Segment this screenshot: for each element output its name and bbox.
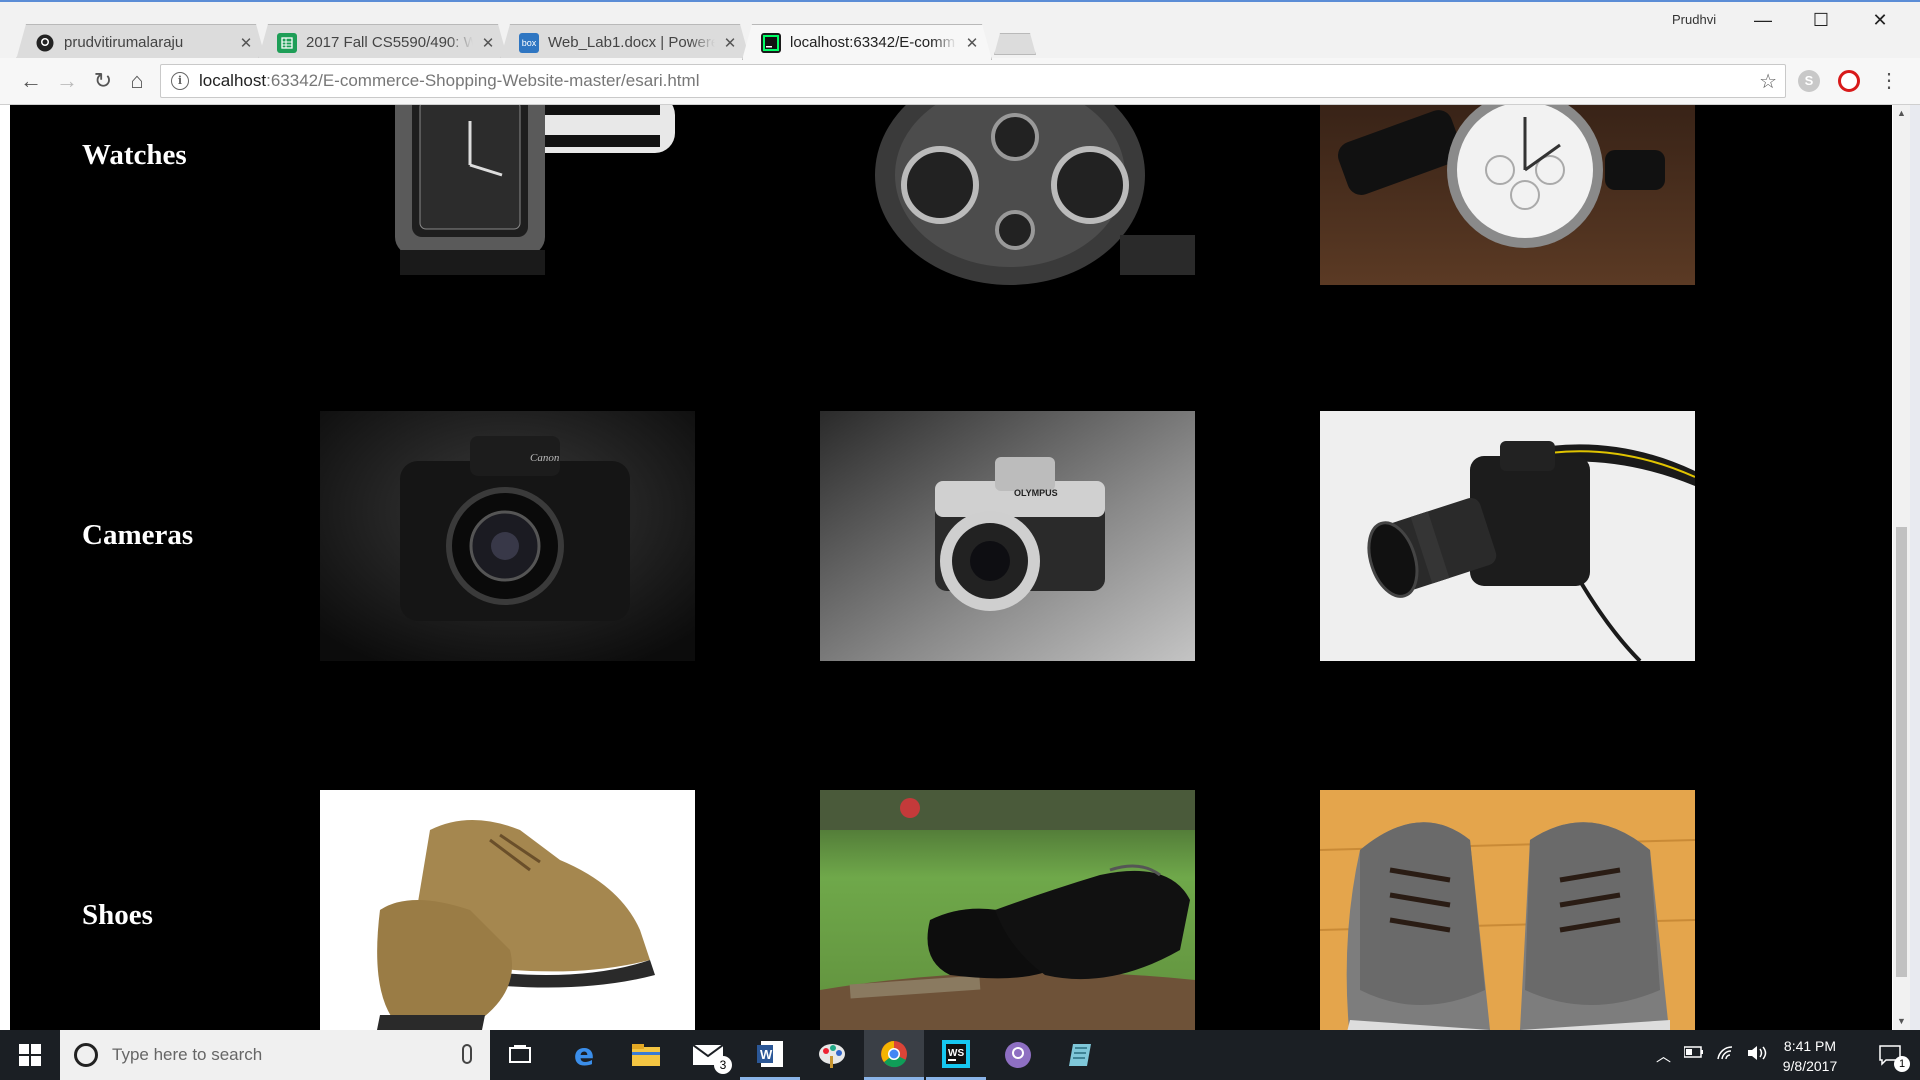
github-icon [35,33,55,53]
home-icon[interactable]: ⌂ [122,66,152,96]
cortana-icon [74,1043,98,1067]
tab-github[interactable]: prudvitirumalaraju ✕ [16,24,266,60]
vertical-scrollbar[interactable]: ▲ ▼ [1893,105,1910,1030]
menu-dots-icon[interactable]: ⋮ [1874,66,1904,96]
page-content: Watches Cameras Canon OLYMPUS Shoes [10,105,1892,1030]
wifi-icon[interactable] [1716,1045,1736,1065]
show-hidden-icons-chevron-icon[interactable]: ︿ [1656,1045,1671,1066]
sheets-icon [277,33,297,53]
notification-badge: 1 [1894,1056,1910,1072]
scroll-up-arrow-icon[interactable]: ▲ [1893,105,1910,122]
tab-sheets[interactable]: 2017 Fall CS5590/490: W ✕ [258,24,508,60]
mail-badge: 3 [714,1056,732,1074]
address-bar[interactable]: i localhost:63342/E-commerce-Shopping-We… [160,64,1786,98]
product-shoes-2[interactable] [820,790,1195,1030]
svg-text:WS: WS [948,1048,964,1059]
box-icon: box [519,33,539,53]
bookmark-star-icon[interactable]: ☆ [1759,69,1777,94]
svg-text:OLYMPUS: OLYMPUS [1014,488,1058,498]
battery-icon[interactable] [1683,1045,1704,1063]
tab-title: localhost:63342/E-comm [790,34,956,51]
taskbar-clock[interactable]: 8:41 PM 9/8/2017 [1770,1036,1850,1076]
scroll-down-arrow-icon[interactable]: ▼ [1893,1013,1910,1030]
clock-time: 8:41 PM [1783,1038,1837,1054]
volume-icon[interactable] [1746,1045,1768,1065]
webstorm-icon [761,33,781,53]
mail-icon[interactable]: 3 [678,1030,738,1080]
windows-start-button[interactable] [0,1030,60,1080]
forward-arrow-icon[interactable]: → [52,66,82,96]
paint-icon[interactable] [802,1030,862,1080]
action-center-icon[interactable]: 1 [1860,1030,1920,1080]
category-label-shoes: Shoes [82,899,153,931]
product-camera-3[interactable] [1320,411,1695,661]
skype-icon[interactable]: S [1798,70,1820,92]
maximize-icon[interactable]: ☐ [1798,8,1844,32]
microphone-icon[interactable] [462,1044,472,1064]
reload-icon[interactable]: ↻ [88,66,118,96]
tab-localhost[interactable]: localhost:63342/E-comm ✕ [742,24,992,60]
category-label-cameras: Cameras [82,519,194,551]
opera-icon[interactable] [1838,70,1860,92]
browser-toolbar: ← → ↻ ⌂ i localhost:63342/E-commerce-Sho… [0,58,1920,105]
close-icon[interactable]: ✕ [963,34,981,52]
url-host: localhost [199,71,267,90]
svg-text:W: W [760,1047,773,1062]
back-arrow-icon[interactable]: ← [16,66,46,96]
product-camera-2[interactable]: OLYMPUS [820,411,1195,661]
webstorm-taskbar-icon[interactable]: WS [926,1030,986,1080]
close-icon[interactable]: ✕ [721,34,739,52]
edge-icon[interactable]: e [554,1030,614,1080]
product-watch-2[interactable] [820,105,1195,285]
tab-box[interactable]: box Web_Lab1.docx | Powere ✕ [500,24,750,60]
windows-taskbar: Type here to search e 3 W WS ︿ 8:41 PM 9… [0,1030,1920,1080]
word-icon[interactable]: W [740,1030,800,1080]
product-watch-1[interactable] [320,105,695,285]
close-icon[interactable]: ✕ [237,34,255,52]
browser-titlebar: prudvitirumalaraju ✕ 2017 Fall CS5590/49… [0,0,1920,58]
tab-title: Web_Lab1.docx | Powere [548,34,715,51]
github-desktop-icon[interactable] [988,1030,1048,1080]
info-icon[interactable]: i [171,72,189,90]
tab-title: 2017 Fall CS5590/490: W [306,34,473,51]
close-window-icon[interactable]: ✕ [1857,8,1903,32]
page-viewport: Watches Cameras Canon OLYMPUS Shoes ▲ ▼ [0,105,1920,1030]
minimize-icon[interactable]: — [1740,8,1786,32]
svg-text:Canon: Canon [530,452,560,464]
new-tab-button[interactable] [994,33,1036,55]
taskbar-search-box[interactable]: Type here to search [60,1030,490,1080]
chrome-icon[interactable] [864,1030,924,1080]
tab-title: prudvitirumalaraju [64,34,184,51]
file-explorer-icon[interactable] [616,1030,676,1080]
url-path: :63342/E-commerce-Shopping-Website-maste… [266,71,700,90]
notes-app-icon[interactable] [1050,1030,1110,1080]
scrollbar-thumb[interactable] [1896,527,1907,977]
category-label-watches: Watches [82,139,187,171]
product-camera-1[interactable]: Canon [320,411,695,661]
close-icon[interactable]: ✕ [479,34,497,52]
task-view-icon[interactable] [490,1030,550,1080]
profile-name[interactable]: Prudhvi [1672,12,1716,27]
background-window-edge [1910,105,1920,1030]
product-watch-3[interactable] [1320,105,1695,285]
product-shoes-3[interactable] [1320,790,1695,1030]
clock-date: 9/8/2017 [1782,1058,1838,1074]
search-placeholder: Type here to search [112,1045,263,1064]
product-shoes-1[interactable] [320,790,695,1030]
